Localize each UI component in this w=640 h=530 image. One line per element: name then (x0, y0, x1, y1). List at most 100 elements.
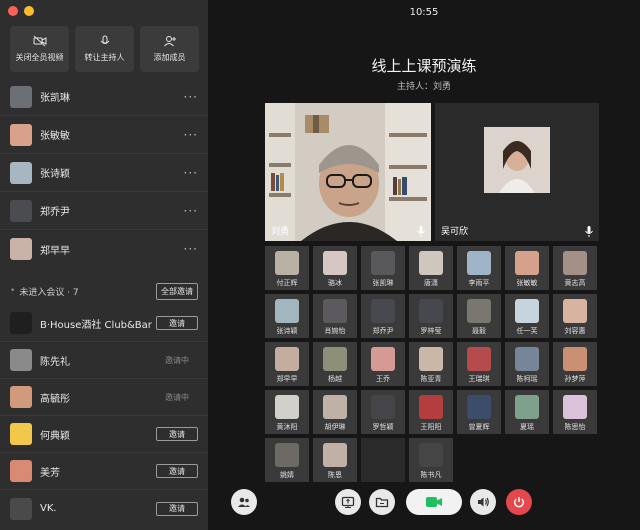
speaker-icon (478, 497, 489, 507)
participant-tile[interactable]: 李雨平 (457, 246, 501, 290)
pending-row: 美芳 邀请 (0, 453, 208, 490)
member-row[interactable]: 郑早早 ··· (0, 230, 208, 268)
more-options-icon[interactable]: ··· (184, 242, 198, 256)
add-member-button[interactable]: 添加成员 (140, 26, 199, 72)
more-options-icon[interactable]: ··· (184, 166, 198, 180)
participant-tile[interactable]: 孙梦萍 (553, 342, 597, 386)
more-options-icon[interactable]: ··· (184, 128, 198, 142)
member-name: B·House酒社 Club&Bar (40, 319, 152, 331)
participant-avatar (275, 299, 299, 323)
close-window-button[interactable] (8, 6, 18, 16)
member-row[interactable]: 张诗颖 ··· (0, 154, 208, 192)
participant-tile[interactable]: 郑早早 (265, 342, 309, 386)
member-actions: 关闭全员视频 转让主持人 添加成员 (10, 26, 199, 72)
invite-button[interactable]: 邀请 (156, 427, 198, 441)
participant-tile[interactable]: 黄沐阳 (265, 390, 309, 434)
speaker-button[interactable] (470, 489, 496, 515)
avatar (10, 199, 32, 222)
invite-button[interactable]: 邀请 (156, 501, 198, 516)
pending-row: 高毓彤 邀请中 (0, 379, 208, 416)
camera-toggle-button[interactable] (406, 489, 462, 515)
participant-name: 姚婧 (280, 471, 294, 479)
participant-tile[interactable]: 胡伊琳 (313, 390, 357, 434)
participant-tile[interactable]: 陈思怡 (553, 390, 597, 434)
more-options-icon[interactable]: ··· (184, 90, 198, 104)
member-row[interactable]: 张敏敏 ··· (0, 116, 208, 154)
participant-avatar (275, 443, 299, 467)
end-meeting-button[interactable] (506, 489, 532, 515)
participant-video-tile[interactable]: 吴可欣 (435, 103, 599, 241)
transfer-host-button[interactable]: 转让主持人 (75, 26, 134, 72)
minimize-window-button[interactable] (24, 6, 34, 16)
participant-name: 陈思怡 (564, 423, 586, 431)
clock: 10:55 (409, 7, 439, 18)
participant-avatar (467, 251, 491, 275)
participant-tile[interactable]: 骆冰 (313, 246, 357, 290)
participant-tile[interactable]: 王阳阳 (409, 390, 453, 434)
participant-name: 夏瑶 (520, 423, 534, 431)
participant-tile[interactable]: 郑乔尹 (361, 294, 405, 338)
participant-tile[interactable]: 夏瑶 (505, 390, 549, 434)
participant-tile[interactable]: 陈柯瑶 (505, 342, 549, 386)
participant-tile[interactable]: 罗梓莹 (409, 294, 453, 338)
share-screen-button[interactable] (335, 489, 361, 515)
participant-tile[interactable]: 姚婧 (265, 438, 309, 482)
participant-tile[interactable]: 王乔 (361, 342, 405, 386)
avatar (10, 423, 32, 445)
microphone-icon (585, 226, 593, 237)
participant-grid: 付正辉 骆冰 张凯琳 唐潇 李雨平 张敏敏 黄志高张诗颖 肖婉怡 郑乔尹 罗梓莹 聂毅 任一芙 刘容惠郑… (265, 246, 599, 482)
participant-tile[interactable]: 陈书凡 (409, 438, 453, 482)
avatar (10, 85, 32, 108)
participant-name: 罗哲颖 (372, 423, 394, 431)
meeting-app: 关闭全员视频 转让主持人 添加成员 张凯琳 ··· 张敏敏 ··· 张诗颖 ··… (0, 0, 640, 530)
participant-tile[interactable]: 曾夏辉 (457, 390, 501, 434)
participant-tile[interactable]: 张凯琳 (361, 246, 405, 290)
member-row[interactable]: 张凯琳 ··· (0, 78, 208, 116)
files-button[interactable] (369, 489, 395, 515)
participant-tile[interactable]: 杨越 (313, 342, 357, 386)
participant-name: 黄沐阳 (276, 423, 298, 431)
participant-tile[interactable]: 罗哲颖 (361, 390, 405, 434)
transfer-host-label: 转让主持人 (84, 53, 125, 62)
participant-tile[interactable]: 陈亚青 (409, 342, 453, 386)
participant-avatar (467, 347, 491, 371)
invite-button[interactable]: 邀请 (156, 464, 198, 478)
member-name: 张凯琳 (40, 93, 70, 104)
participant-avatar (419, 299, 443, 323)
participant-tile[interactable]: 付正辉 (265, 246, 309, 290)
participant-name: 张诗颖 (276, 327, 298, 335)
invite-button[interactable]: 邀请 (156, 316, 198, 330)
participant-name: 陈恩 (328, 471, 342, 479)
participant-avatar (467, 299, 491, 323)
member-row[interactable]: 郑乔尹 ··· (0, 192, 208, 230)
participant-tile[interactable]: 张诗颖 (265, 294, 309, 338)
participant-avatar (515, 251, 539, 275)
member-name: 郑乔尹 (40, 207, 70, 218)
participant-name: 黄志高 (564, 279, 586, 287)
participant-tile[interactable]: 张敏敏 (505, 246, 549, 290)
invite-all-button[interactable]: 全部邀请 (156, 282, 198, 300)
participant-tile[interactable]: 陈恩 (313, 438, 357, 482)
participant-tile[interactable]: 肖婉怡 (313, 294, 357, 338)
host-video-tile[interactable]: 刘勇 (265, 103, 431, 241)
participant-tile[interactable] (361, 438, 405, 482)
participant-tile[interactable]: 唐潇 (409, 246, 453, 290)
participant-tile[interactable]: 黄志高 (553, 246, 597, 290)
participant-tile[interactable]: 聂毅 (457, 294, 501, 338)
participant-avatar (515, 347, 539, 371)
participant-tile[interactable]: 刘容惠 (553, 294, 597, 338)
more-options-icon[interactable]: ··· (184, 204, 198, 218)
folder-icon (375, 497, 389, 508)
avatar (10, 497, 32, 520)
members-button[interactable] (231, 489, 257, 515)
pending-list: B·House酒社 Club&Bar 邀请 陈先礼 邀请中 高毓彤 邀请中 何典… (0, 305, 208, 527)
window-controls (8, 6, 34, 16)
avatar (10, 460, 32, 482)
camera-icon (426, 497, 442, 507)
member-list: 张凯琳 ··· 张敏敏 ··· 张诗颖 ··· 郑乔尹 ··· 郑早早 ··· (0, 78, 208, 268)
participant-tile[interactable]: 王瑞琪 (457, 342, 501, 386)
mute-all-video-button[interactable]: 关闭全员视频 (10, 26, 69, 72)
participant-avatar (515, 299, 539, 323)
participant-tile[interactable]: 任一芙 (505, 294, 549, 338)
pending-row: 陈先礼 邀请中 (0, 342, 208, 379)
